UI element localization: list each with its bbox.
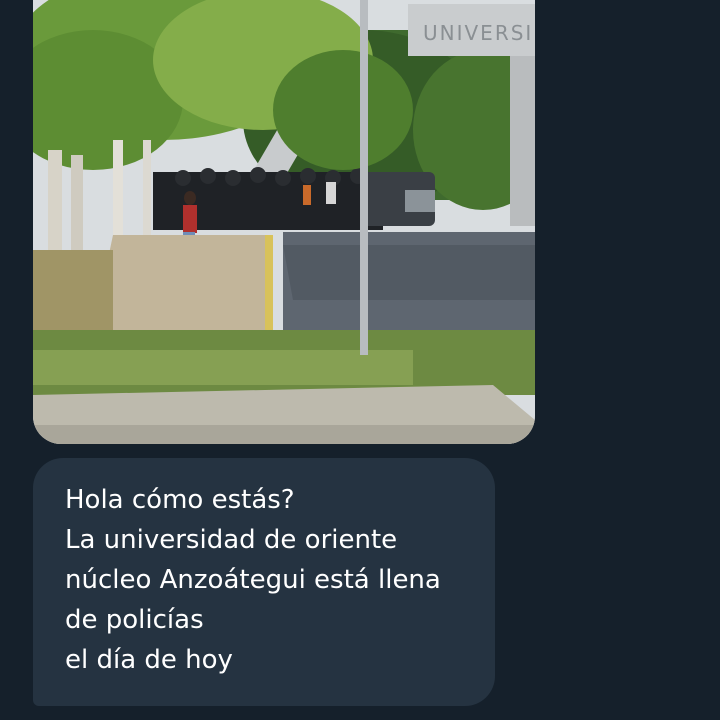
message-line-5: el día de hoy: [65, 645, 233, 675]
message-line-1: Hola cómo estás?: [65, 485, 295, 515]
gate-sign-text: UNIVERSIDA: [423, 21, 535, 45]
message-line-2: La universidad de oriente: [65, 525, 398, 555]
message-line-4: de policías: [65, 605, 204, 635]
chat-screen: UNIVERSIDA: [0, 0, 720, 720]
photo-icon: UNIVERSIDA: [33, 0, 535, 444]
message-line-3: núcleo Anzoátegui está llena: [65, 565, 441, 595]
message-photo[interactable]: UNIVERSIDA: [33, 0, 535, 444]
message-bubble[interactable]: Hola cómo estás? La universidad de orien…: [33, 458, 495, 706]
